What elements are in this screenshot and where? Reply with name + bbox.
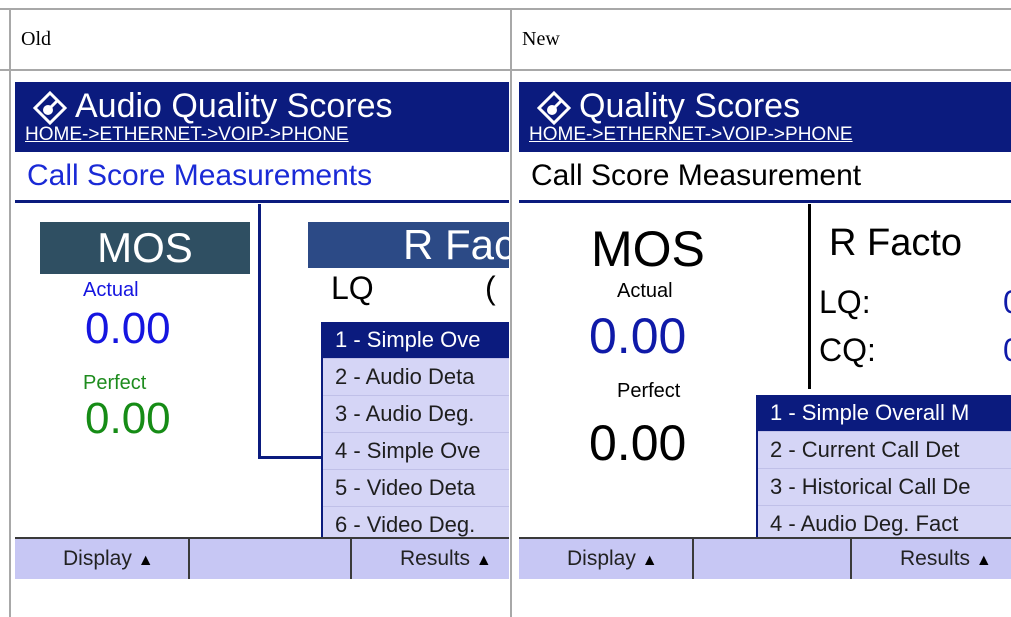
- device-icon: [537, 91, 571, 125]
- triangle-up-icon: ▲: [975, 552, 992, 569]
- old-menu-item-4[interactable]: 4 - Simple Ove: [323, 433, 509, 470]
- old-lq-label: LQ: [331, 270, 374, 306]
- new-lq-value: 0: [1003, 284, 1011, 321]
- triangle-up-icon: ▲: [641, 552, 658, 569]
- old-title-bar: Audio Quality Scores HOME->ETHERNET->VOI…: [15, 82, 509, 152]
- old-app-title: Audio Quality Scores: [75, 87, 393, 125]
- old-divider-vertical: [258, 204, 261, 459]
- old-results-label: Results: [400, 547, 471, 570]
- old-results-button[interactable]: Results ▲: [352, 539, 509, 579]
- device-icon: [33, 91, 67, 125]
- new-cq-label: CQ:: [819, 332, 876, 368]
- new-lq-label: LQ:: [819, 284, 871, 320]
- old-bottom-bar: Display ▲ Results ▲: [15, 537, 509, 579]
- old-display-label: Display: [63, 547, 132, 570]
- new-perfect-value: 0.00: [589, 415, 687, 471]
- table-border-top: [0, 8, 1011, 10]
- column-header-new: New: [522, 28, 560, 50]
- new-results-label: Results: [900, 547, 971, 570]
- triangle-up-icon: ▲: [475, 552, 492, 569]
- old-rfactor-header: R Fac: [308, 222, 509, 268]
- old-actual-label: Actual: [83, 279, 139, 301]
- old-actual-value: 0.00: [85, 304, 171, 353]
- new-display-button[interactable]: Display ▲: [519, 539, 694, 579]
- new-rfactor-header: R Facto: [829, 222, 963, 264]
- new-divider-vertical: [808, 204, 811, 389]
- new-breadcrumb[interactable]: HOME->ETHERNET->VOIP->PHONE: [529, 124, 853, 146]
- new-results-button[interactable]: Results ▲: [852, 539, 1011, 579]
- triangle-up-icon: ▲: [137, 552, 154, 569]
- new-actual-value: 0.00: [589, 308, 687, 364]
- old-perfect-value: 0.00: [85, 394, 171, 443]
- old-display-button[interactable]: Display ▲: [15, 539, 190, 579]
- table-border-left: [9, 8, 11, 617]
- old-menu-item-1[interactable]: 1 - Simple Ove: [323, 322, 509, 359]
- new-mos-header: MOS: [591, 221, 705, 277]
- old-menu-item-3[interactable]: 3 - Audio Deg.: [323, 396, 509, 433]
- new-actual-label: Actual: [617, 280, 673, 302]
- old-blank-button[interactable]: [190, 539, 352, 579]
- old-divider-horizontal: [258, 456, 328, 459]
- old-screen: Audio Quality Scores HOME->ETHERNET->VOI…: [15, 82, 509, 579]
- new-bottom-bar: Display ▲ Results ▲: [519, 537, 1011, 579]
- new-app-title: Quality Scores: [579, 87, 801, 125]
- old-menu-item-2[interactable]: 2 - Audio Deta: [323, 359, 509, 396]
- old-menu-item-5[interactable]: 5 - Video Deta: [323, 470, 509, 507]
- old-section-title: Call Score Measurements: [27, 159, 373, 192]
- column-header-old: Old: [21, 28, 51, 50]
- new-menu-item-1[interactable]: 1 - Simple Overall M: [758, 395, 1011, 432]
- table-border-middle: [510, 8, 512, 617]
- old-lq-value: (: [485, 270, 496, 306]
- old-section-rule: [15, 200, 509, 203]
- new-section-title: Call Score Measurement: [531, 159, 862, 192]
- new-results-menu: 1 - Simple Overall M 2 - Current Call De…: [756, 395, 1011, 542]
- new-menu-item-2[interactable]: 2 - Current Call Det: [758, 432, 1011, 469]
- old-perfect-label: Perfect: [83, 372, 147, 394]
- new-screen: Quality Scores HOME->ETHERNET->VOIP->PHO…: [519, 82, 1011, 579]
- new-cq-value: 0: [1003, 332, 1011, 369]
- new-perfect-label: Perfect: [617, 380, 681, 402]
- old-mos-header: MOS: [40, 222, 250, 274]
- new-title-bar: Quality Scores HOME->ETHERNET->VOIP->PHO…: [519, 82, 1011, 152]
- old-results-menu: 1 - Simple Ove 2 - Audio Deta 3 - Audio …: [321, 322, 509, 543]
- table-border-header: [0, 69, 1011, 71]
- old-breadcrumb[interactable]: HOME->ETHERNET->VOIP->PHONE: [25, 124, 349, 146]
- new-blank-button[interactable]: [694, 539, 852, 579]
- new-display-label: Display: [567, 547, 636, 570]
- new-menu-item-3[interactable]: 3 - Historical Call De: [758, 469, 1011, 506]
- new-section-rule: [519, 200, 1011, 203]
